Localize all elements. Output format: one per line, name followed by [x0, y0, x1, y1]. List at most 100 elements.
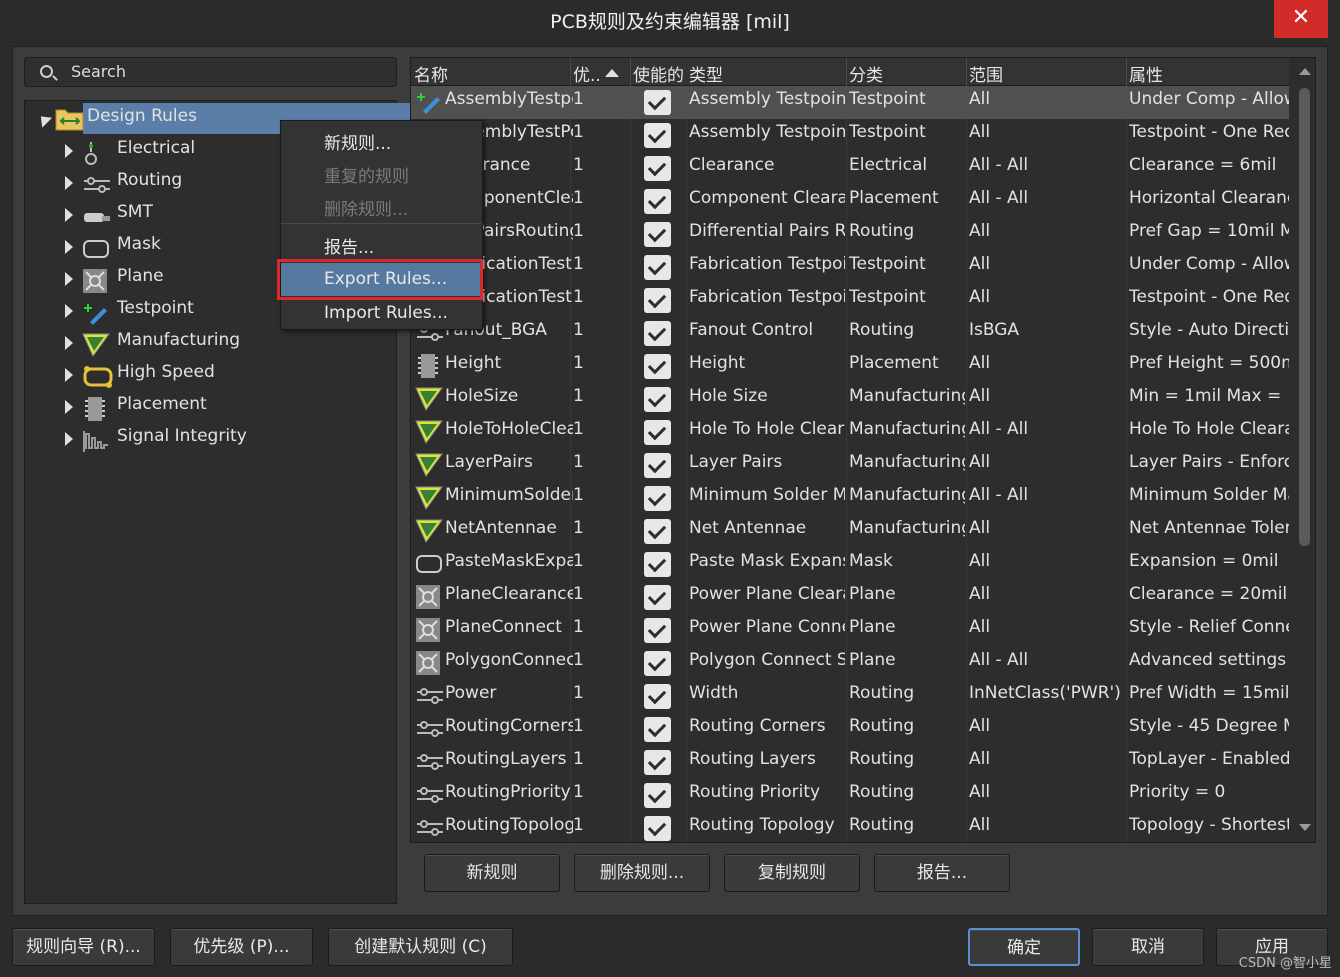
- cell-name: RoutingTopology: [445, 815, 573, 835]
- cell-scope: All: [969, 89, 991, 109]
- header-priority[interactable]: 优..: [573, 61, 601, 86]
- window-title: PCB规则及约束编辑器 [mil]: [0, 0, 1340, 44]
- scroll-thumb[interactable]: [1299, 88, 1310, 546]
- table-row[interactable]: LayerPairs 1 Layer Pairs Manufacturing All La…: [411, 449, 1289, 482]
- enabled-checkbox[interactable]: [644, 420, 671, 445]
- enabled-checkbox[interactable]: [644, 321, 671, 346]
- expand-arrow-icon[interactable]: [65, 368, 73, 382]
- new-rule-button[interactable]: 新规则: [424, 854, 560, 892]
- header-attributes[interactable]: 属性: [1129, 61, 1163, 86]
- table-row[interactable]: HoleToHoleClear1Hole To Hole ClearanManu…: [411, 416, 1289, 449]
- enabled-checkbox[interactable]: [644, 288, 671, 313]
- enabled-checkbox[interactable]: [644, 618, 671, 643]
- enabled-checkbox[interactable]: [644, 255, 671, 280]
- tree-item-placement[interactable]: Placement: [25, 391, 396, 421]
- enabled-checkbox[interactable]: [644, 354, 671, 379]
- create-default-rules-button[interactable]: 创建默认规则 (C): [328, 928, 513, 966]
- table-row[interactable]: MinimumSolderM1 Minimum Solder MaManufact…: [411, 482, 1289, 515]
- table-row[interactable]: PlaneClearance1 Power Plane ClearanPlane A…: [411, 581, 1289, 614]
- table-row[interactable]: RoutingCorners 1 Routing Corners Routing All…: [411, 713, 1289, 746]
- enabled-checkbox[interactable]: [644, 684, 671, 709]
- collapse-arrow-icon[interactable]: [35, 111, 53, 128]
- scroll-up-icon[interactable]: [1299, 68, 1311, 75]
- table-row[interactable]: PolygonConnect1 Polygon Connect StyPlane A…: [411, 647, 1289, 680]
- ok-button[interactable]: 确定: [968, 928, 1080, 966]
- expand-arrow-icon[interactable]: [65, 336, 73, 350]
- table-row[interactable]: RoutingPriority 1 Routing Priority Routing A…: [411, 779, 1289, 812]
- export-rules-highlight-box: [277, 259, 483, 300]
- cell-attributes: Testpoint - One Requ: [1129, 122, 1289, 142]
- copy-rule-button[interactable]: 复制规则: [724, 854, 860, 892]
- table-row[interactable]: DiffPairsRouting1Differential Pairs RouR…: [411, 218, 1289, 251]
- enabled-checkbox[interactable]: [644, 552, 671, 577]
- table-row[interactable]: RoutingLayers 1 Routing Layers Routing All To…: [411, 746, 1289, 779]
- menu-report[interactable]: 报告...: [281, 227, 482, 260]
- table-row[interactable]: RoutingTopology 1 Routing Topology Routing A…: [411, 812, 1289, 842]
- table-row[interactable]: Power 1 Width Routing InNetClass('PWR') Pref …: [411, 680, 1289, 713]
- table-row[interactable]: HoleSize 1 Hole Size Manufacturing All Min = …: [411, 383, 1289, 416]
- header-category[interactable]: 分类: [849, 61, 883, 86]
- header-scope[interactable]: 范围: [969, 61, 1003, 86]
- expand-arrow-icon[interactable]: [65, 176, 73, 190]
- enabled-checkbox[interactable]: [644, 453, 671, 478]
- table-row[interactable]: FabricationTestP 1 Fabrication Testpoin Tes…: [411, 284, 1289, 317]
- enabled-checkbox[interactable]: [644, 519, 671, 544]
- expand-arrow-icon[interactable]: [65, 304, 73, 318]
- cell-attributes: Minimum Solder Mas: [1129, 485, 1289, 505]
- cell-category: Electrical: [849, 155, 928, 175]
- table-row[interactable]: AssemblyTestpoi1 Assembly Testpoint STest…: [411, 86, 1289, 119]
- cancel-button[interactable]: 取消: [1092, 928, 1204, 966]
- menu-item-label: 报告...: [324, 238, 375, 258]
- grid-scrollbar[interactable]: [1293, 58, 1315, 842]
- enabled-checkbox[interactable]: [644, 750, 671, 775]
- expand-arrow-icon[interactable]: [65, 208, 73, 222]
- enabled-checkbox[interactable]: [644, 387, 671, 412]
- priority-button[interactable]: 优先级 (P)...: [170, 928, 313, 966]
- enabled-checkbox[interactable]: [644, 222, 671, 247]
- enabled-checkbox[interactable]: [644, 783, 671, 808]
- enabled-checkbox[interactable]: [644, 123, 671, 148]
- cell-attributes: Style - 45 Degree M: [1129, 716, 1289, 736]
- expand-arrow-icon[interactable]: [65, 272, 73, 286]
- header-enabled[interactable]: 使能的: [633, 61, 684, 86]
- expand-arrow-icon[interactable]: [65, 432, 73, 446]
- cell-name: RoutingPriority: [445, 782, 571, 802]
- tree-item-manufacturing[interactable]: Manufacturing: [25, 327, 396, 357]
- table-row[interactable]: PlaneConnect 1 Power Plane Connec Plane All S…: [411, 614, 1289, 647]
- enabled-checkbox[interactable]: [644, 90, 671, 115]
- table-row[interactable]: Fanout_BGA 1 Fanout Control Routing IsBGA Sty…: [411, 317, 1289, 350]
- expand-arrow-icon[interactable]: [65, 240, 73, 254]
- enabled-checkbox[interactable]: [644, 585, 671, 610]
- table-row[interactable]: PasteMaskExpan1 Paste Mask ExpansioMask Al…: [411, 548, 1289, 581]
- close-button[interactable]: ✕: [1274, 0, 1328, 38]
- delete-rule-button[interactable]: 删除规则...: [574, 854, 710, 892]
- cell-scope: All: [969, 122, 991, 142]
- enabled-checkbox[interactable]: [644, 717, 671, 742]
- search-input[interactable]: Search: [24, 57, 397, 87]
- table-row[interactable]: NetAntennae 1 Net Antennae Manufacturing All…: [411, 515, 1289, 548]
- header-name[interactable]: 名称: [414, 61, 448, 86]
- enabled-checkbox[interactable]: [644, 486, 671, 511]
- table-row[interactable]: Height 1 Height Placement All Pref Height = 5…: [411, 350, 1289, 383]
- table-row[interactable]: Clearance 1 Clearance Electrical All - All Cl…: [411, 152, 1289, 185]
- table-row[interactable]: FabricationTestp 1 Fabrication Testpoin Tes…: [411, 251, 1289, 284]
- tree-item-high-speed[interactable]: High Speed: [25, 359, 396, 389]
- table-row[interactable]: ComponentClea1Component ClearancPlacemen…: [411, 185, 1289, 218]
- enabled-checkbox[interactable]: [644, 651, 671, 676]
- menu-item-label: 删除规则...: [324, 200, 409, 220]
- cell-category: Testpoint: [849, 122, 926, 142]
- menu-import-rules[interactable]: Import Rules...: [281, 297, 482, 330]
- rule-wizard-button[interactable]: 规则向导 (R)...: [12, 928, 155, 966]
- menu-new-rule[interactable]: 新规则...: [281, 123, 482, 156]
- header-type[interactable]: 类型: [689, 61, 723, 86]
- tree-item-signal-integrity[interactable]: Signal Integrity: [25, 423, 396, 453]
- expand-arrow-icon[interactable]: [65, 144, 73, 158]
- scroll-down-icon[interactable]: [1299, 824, 1311, 831]
- table-row[interactable]: AssemblyTestPoi1Assembly Testpoint UTest…: [411, 119, 1289, 152]
- cell-scope: All: [969, 716, 991, 736]
- enabled-checkbox[interactable]: [644, 189, 671, 214]
- enabled-checkbox[interactable]: [644, 816, 671, 841]
- report-button[interactable]: 报告...: [874, 854, 1010, 892]
- enabled-checkbox[interactable]: [644, 156, 671, 181]
- expand-arrow-icon[interactable]: [65, 400, 73, 414]
